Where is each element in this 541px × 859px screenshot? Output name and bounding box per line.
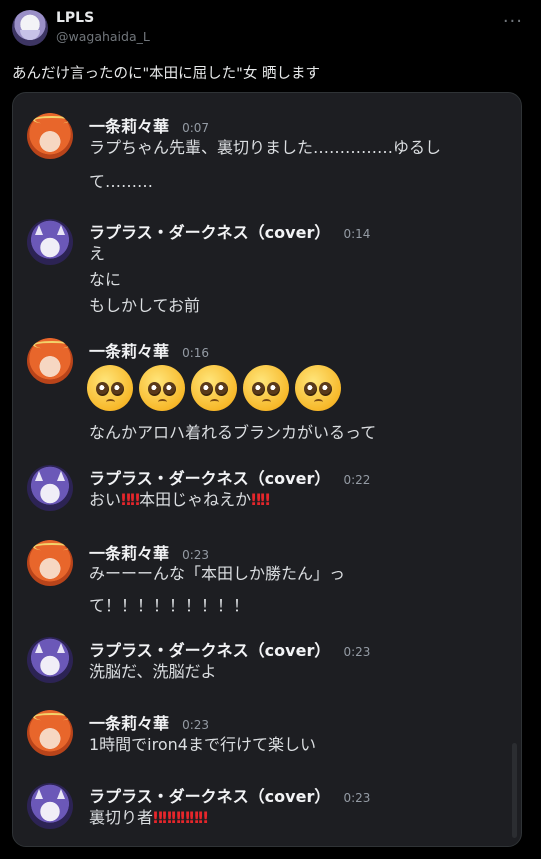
message-text: もしかしてお前	[89, 296, 201, 315]
author-handle[interactable]: @wagahaida_L	[56, 29, 150, 44]
message-text: て！！！！！！！！！	[89, 596, 250, 615]
message-text: 裏切り者‼‼‼‼‼‼	[89, 805, 489, 831]
user-avatar	[27, 783, 73, 829]
pleading-face-icon	[295, 365, 341, 411]
message-text: なんかアロハ着れるブランカがいるって	[89, 423, 377, 442]
message-text: ラプちゃん先輩、裏切りました……………ゆるし	[89, 138, 442, 157]
user-avatar	[27, 465, 73, 511]
double-exclamation-icon: ‼‼‼‼‼‼	[153, 808, 208, 827]
user-avatar	[27, 338, 73, 384]
username: 一条莉々華	[89, 342, 170, 361]
timestamp: 0:23	[343, 791, 371, 805]
user-avatar	[27, 113, 73, 159]
user-avatar	[27, 710, 73, 756]
user-avatar	[27, 540, 73, 586]
author-display-name[interactable]: LPLS	[56, 10, 94, 26]
username: ラプラス・ダークネス（cover）	[89, 469, 331, 488]
username: ラプラス・ダークネス（cover）	[89, 787, 331, 806]
tweet-text: あんだけ言ったのに"本田に屈した"女 晒します	[12, 66, 320, 82]
timestamp: 0:22	[343, 473, 371, 487]
message-text: なに	[89, 270, 122, 289]
more-horizontal-icon[interactable]: ···	[503, 11, 523, 32]
user-avatar	[27, 219, 73, 265]
timestamp: 0:14	[343, 227, 371, 241]
pleading-face-icon	[191, 365, 237, 411]
timestamp: 0:16	[182, 346, 210, 360]
message-text-part: おい	[89, 490, 122, 509]
emoji-row	[87, 362, 487, 414]
pleading-face-icon	[139, 365, 185, 411]
timestamp: 0:23	[182, 718, 210, 732]
pleading-face-icon	[243, 365, 289, 411]
tweet-image-chat-screenshot[interactable]: 一条莉々華 0:07 ラプちゃん先輩、裏切りました……………ゆるし て……… ラ…	[12, 92, 522, 847]
message-text: みーーーんな「本田しか勝たん」っ	[89, 564, 346, 583]
message-text-part: 裏切り者	[89, 808, 154, 827]
double-exclamation-icon: ‼‼	[121, 490, 140, 509]
chat-scrollbar[interactable]	[512, 743, 517, 838]
pleading-face-icon	[87, 365, 133, 411]
author-avatar[interactable]	[12, 10, 48, 46]
message-text: 1時間でiron4まで行けて楽しい	[89, 735, 316, 754]
message-text: て………	[89, 172, 154, 191]
message-text: おい‼‼本田じゃねえか‼‼	[89, 487, 489, 513]
double-exclamation-icon: ‼‼	[251, 490, 270, 509]
timestamp: 0:23	[343, 645, 371, 659]
username: ラプラス・ダークネス（cover）	[89, 641, 331, 660]
username: 一条莉々華	[89, 714, 170, 733]
tweet-header: LPLS @wagahaida_L ···	[10, 8, 531, 48]
username: ラプラス・ダークネス（cover）	[89, 223, 331, 242]
message-text-part: 本田じゃねえか	[139, 490, 252, 509]
message-text: え	[89, 244, 106, 263]
message-text: 洗脳だ、洗脳だよ	[89, 662, 217, 681]
user-avatar	[27, 637, 73, 683]
